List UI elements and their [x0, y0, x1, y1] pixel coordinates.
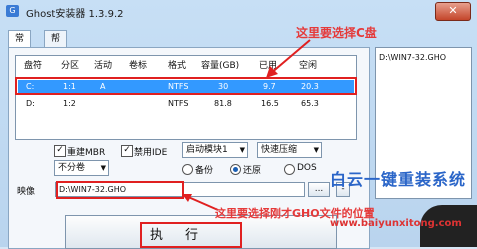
tab-help[interactable]: 帮助 [44, 30, 68, 61]
arrow-icon [266, 39, 311, 78]
highlight-execute [140, 222, 242, 248]
dos-label: DOS [297, 163, 317, 173]
cell-used: 16.5 [261, 99, 279, 108]
col-drive: 盘符 [24, 61, 43, 71]
dos-radio[interactable] [284, 164, 295, 175]
rebuild-mbr-label: 重建MBR [67, 148, 106, 158]
cell-format: NTFS [168, 99, 189, 108]
image-label: 映像 [17, 187, 36, 197]
boot-module-value: 启动模块1 [186, 145, 228, 155]
table-row[interactable]: D: 1:2 NTFS 81.8 16.5 65.3 [18, 97, 354, 112]
chevron-down-icon: ▼ [100, 164, 106, 172]
restore-label: 还原 [243, 166, 262, 176]
window-title: Ghost安装器 1.3.9.2 [26, 9, 124, 20]
disable-ide-checkbox[interactable]: ✓ [121, 145, 133, 157]
rebuild-mbr-checkbox[interactable]: ✓ [54, 145, 66, 157]
backup-label: 备份 [195, 166, 214, 176]
col-active: 活动 [94, 61, 113, 71]
boot-module-select[interactable]: 启动模块1 ▼ [182, 142, 248, 158]
watermark-brand: 白云一键重装系统 [330, 170, 467, 189]
cell-capacity: 81.8 [214, 99, 232, 108]
highlight-image-path [56, 181, 184, 199]
compress-value: 快速压缩 [261, 145, 298, 155]
backup-radio[interactable] [182, 164, 193, 175]
restore-radio[interactable] [230, 164, 241, 175]
list-item[interactable]: D:\WIN7-32.GHO [379, 53, 446, 62]
col-format: 格式 [168, 61, 187, 71]
watermark-url: www.baiyunxitong.com [330, 218, 462, 229]
app-window: G Ghost安装器 1.3.9.2 ✕ 常规 帮助 盘符 分区 活动 卷标 格… [0, 0, 477, 249]
cell-drive: D: [26, 99, 35, 108]
close-button[interactable]: ✕ [435, 2, 471, 21]
arrow-icon [182, 194, 219, 211]
cell-free: 65.3 [301, 99, 319, 108]
col-capacity: 容量(GB) [201, 61, 240, 71]
disable-ide-label: 禁用IDE [134, 148, 168, 158]
compress-select[interactable]: 快速压缩 ▼ [257, 142, 322, 158]
split-select[interactable]: 不分卷 ▼ [54, 160, 109, 176]
app-icon: G [6, 5, 19, 17]
col-partition: 分区 [61, 61, 80, 71]
col-label: 卷标 [129, 61, 148, 71]
chevron-down-icon: ▼ [313, 146, 319, 154]
cell-partition: 1:2 [63, 99, 76, 108]
split-value: 不分卷 [58, 163, 86, 173]
browse-button[interactable]: ... [308, 182, 330, 197]
chevron-down-icon: ▼ [239, 146, 245, 154]
title-bar: G Ghost安装器 1.3.9.2 ✕ [0, 0, 477, 22]
